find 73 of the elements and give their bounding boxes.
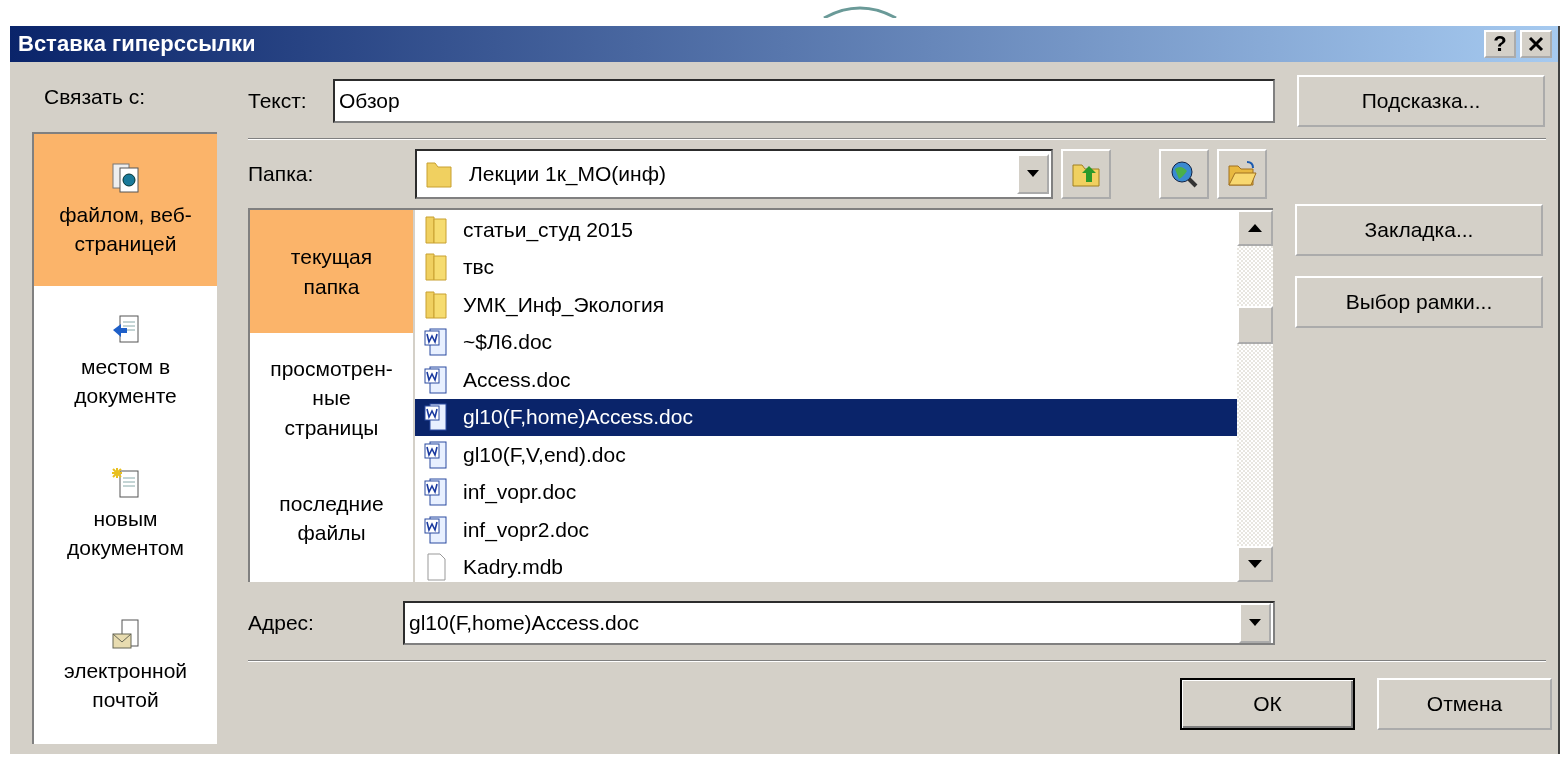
help-button[interactable]: ? bbox=[1484, 30, 1516, 58]
scrollbar[interactable] bbox=[1237, 210, 1273, 582]
word-document-icon bbox=[423, 514, 449, 545]
file-item[interactable]: УМК_Инф_Экология bbox=[415, 286, 1237, 324]
file-item[interactable]: ~$Л6.doc bbox=[415, 323, 1237, 361]
word-document-icon bbox=[423, 439, 449, 470]
down-arrow-icon bbox=[1248, 560, 1262, 568]
file-name: статьи_студ 2015 bbox=[463, 217, 634, 242]
file-item[interactable]: твс bbox=[415, 248, 1237, 286]
close-button[interactable] bbox=[1520, 30, 1552, 58]
word-document-icon bbox=[423, 402, 449, 433]
link-type-label: местом в документе bbox=[74, 353, 177, 409]
close-icon bbox=[1527, 35, 1545, 53]
folder-label: Папка: bbox=[248, 162, 315, 186]
open-folder-icon bbox=[1227, 160, 1257, 188]
link-type-item[interactable]: файлом, веб- страницей bbox=[34, 134, 217, 286]
target-frame-button[interactable]: Выбор рамки... bbox=[1295, 276, 1543, 328]
address-field[interactable]: gl10(F,home)Access.doc bbox=[403, 601, 1275, 645]
link-to-label: Связать с: bbox=[43, 84, 147, 110]
file-item[interactable]: Access.doc bbox=[415, 361, 1237, 399]
file-name: Access.doc bbox=[463, 367, 571, 392]
address-label: Адрес: bbox=[248, 611, 315, 635]
file-item[interactable]: inf_vopr2.doc bbox=[415, 511, 1237, 549]
link-type-label: файлом, веб- страницей bbox=[59, 201, 192, 257]
browse-location-tab[interactable]: текущая папка bbox=[250, 210, 413, 333]
scrollbar-thumb[interactable] bbox=[1237, 306, 1273, 344]
word-document-icon bbox=[423, 477, 449, 508]
link-type-item[interactable]: местом в документе bbox=[34, 286, 217, 438]
link-type-label: электронной почтой bbox=[63, 657, 188, 713]
screentip-button[interactable]: Подсказка... bbox=[1297, 75, 1545, 127]
globe-magnifier-icon bbox=[1169, 159, 1199, 189]
file-name: gl10(F,V,end).doc bbox=[463, 442, 626, 467]
ok-button[interactable]: ОК bbox=[1180, 678, 1355, 730]
word-document-icon bbox=[423, 364, 449, 395]
folder-icon bbox=[425, 159, 453, 189]
scroll-up-button[interactable] bbox=[1237, 210, 1273, 246]
window-title: Вставка гиперссылки bbox=[18, 31, 256, 57]
file-item[interactable]: gl10(F,V,end).doc bbox=[415, 436, 1237, 474]
link-type-item[interactable]: новым документом bbox=[34, 438, 217, 590]
browse-location-tab[interactable]: просмотрен- ные страницы bbox=[250, 333, 413, 463]
folder-icon bbox=[423, 252, 449, 283]
file-item[interactable]: gl10(F,home)Access.doc bbox=[415, 398, 1237, 436]
file-name: inf_vopr.doc bbox=[463, 480, 577, 505]
link-type-label: новым документом bbox=[67, 505, 184, 561]
new-document-icon bbox=[110, 465, 141, 500]
file-name: ~$Л6.doc bbox=[463, 330, 553, 355]
link-type-item[interactable]: электронной почтой bbox=[34, 590, 217, 742]
file-item[interactable]: inf_vopr.doc bbox=[415, 473, 1237, 511]
file-name: inf_vopr2.doc bbox=[463, 517, 590, 542]
file-name: УМК_Инф_Экология bbox=[463, 292, 665, 317]
text-label: Текст: bbox=[248, 89, 308, 113]
web-search-button[interactable] bbox=[1159, 149, 1209, 199]
text-field[interactable]: Обзор bbox=[333, 79, 1275, 123]
browse-location-tab[interactable]: последние файлы bbox=[250, 463, 413, 573]
word-document-icon bbox=[423, 327, 449, 358]
folder-icon bbox=[423, 289, 449, 320]
file-item[interactable]: Kadry.mdb bbox=[415, 548, 1237, 586]
web-page-icon bbox=[110, 161, 141, 196]
open-file-button[interactable] bbox=[1217, 149, 1267, 199]
up-folder-button[interactable] bbox=[1061, 149, 1111, 199]
folder-dropdown[interactable]: Лекции 1к_МО(инф) bbox=[415, 149, 1053, 199]
bookmark-button[interactable]: Закладка... bbox=[1295, 204, 1543, 256]
file-name: gl10(F,home)Access.doc bbox=[463, 405, 693, 430]
folder-icon bbox=[423, 214, 449, 245]
file-item[interactable]: статьи_студ 2015 bbox=[415, 211, 1237, 249]
up-arrow-icon bbox=[1248, 224, 1262, 232]
folder-value: Лекции 1к_МО(инф) bbox=[469, 162, 667, 186]
file-name: Kadry.mdb bbox=[463, 555, 563, 580]
address-value: gl10(F,home)Access.doc bbox=[409, 611, 640, 635]
cancel-button[interactable]: Отмена bbox=[1377, 678, 1552, 730]
file-name: твс bbox=[463, 255, 495, 280]
email-document-icon bbox=[110, 617, 141, 652]
scroll-down-button[interactable] bbox=[1237, 546, 1273, 582]
